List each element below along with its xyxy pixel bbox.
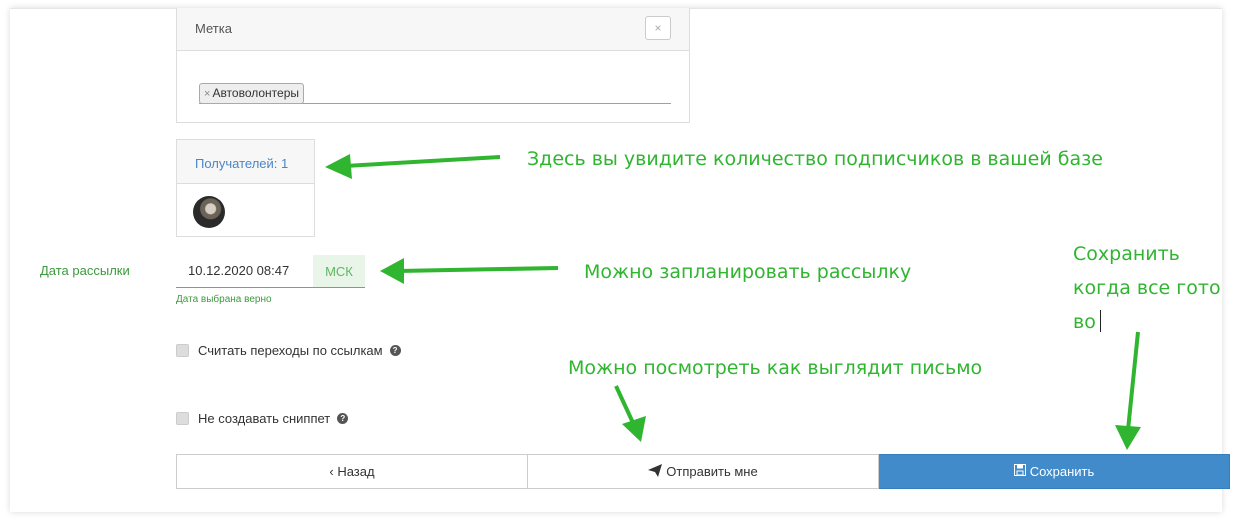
back-button-label: ‹ Назад <box>329 464 375 479</box>
schedule-date-value: 10.12.2020 08:47 <box>188 263 290 278</box>
schedule-date-input[interactable]: 10.12.2020 08:47 МСК <box>176 255 365 288</box>
floppy-disk-icon <box>1013 464 1026 479</box>
tag-chip: × Автоволонтеры <box>199 83 305 104</box>
recipients-count[interactable]: Получателей: 1 <box>177 140 314 184</box>
track-links-checkbox[interactable] <box>176 344 189 357</box>
no-snippet-label: Не создавать сниппет <box>198 411 331 426</box>
save-label: Сохранить <box>1029 464 1095 479</box>
tag-panel-title: Метка <box>195 21 232 36</box>
recipients-panel: Получателей: 1 <box>176 139 315 237</box>
no-snippet-row: Не создавать сниппет ? <box>176 411 349 426</box>
avatar <box>193 196 225 228</box>
tag-chip-label: Автоволонтеры <box>212 86 300 100</box>
annotation-save-line3: во <box>1073 311 1096 333</box>
help-icon[interactable]: ? <box>337 413 349 424</box>
track-links-row: Считать переходы по ссылкам ? <box>176 343 401 358</box>
timezone-addon: МСК <box>313 255 365 287</box>
annotation-recipients: Здесь вы увидите количество подписчиков … <box>527 148 1103 170</box>
paper-plane-icon <box>648 463 663 480</box>
close-icon[interactable]: × <box>645 16 671 40</box>
back-button[interactable]: ‹ Назад <box>176 454 528 489</box>
annotation-save-line2: когда все гото <box>1073 277 1221 299</box>
annotation-preview: Можно посмотреть как выглядит письмо <box>568 357 983 379</box>
schedule-hint: Дата выбрана верно <box>176 294 272 305</box>
no-snippet-checkbox[interactable] <box>176 412 189 425</box>
annotation-schedule: Можно запланировать рассылку <box>584 261 912 283</box>
save-button[interactable]: Сохранить <box>879 454 1230 489</box>
help-icon[interactable]: ? <box>389 345 401 356</box>
annotation-save-line1: Сохранить <box>1073 243 1180 265</box>
remove-tag-icon[interactable]: × <box>204 88 210 100</box>
send-me-button[interactable]: Отправить мне <box>528 454 879 489</box>
text-cursor <box>1100 310 1101 332</box>
tag-input[interactable]: × Автоволонтеры <box>199 83 671 104</box>
action-buttons: ‹ Назад Отправить мне Сохранить <box>176 454 1230 489</box>
track-links-label: Считать переходы по ссылкам <box>198 343 383 358</box>
tag-panel-header: Метка × <box>177 8 689 51</box>
send-me-label: Отправить мне <box>666 464 758 479</box>
tag-panel: Метка × × Автоволонтеры <box>176 8 690 123</box>
schedule-label: Дата рассылки <box>40 263 130 278</box>
